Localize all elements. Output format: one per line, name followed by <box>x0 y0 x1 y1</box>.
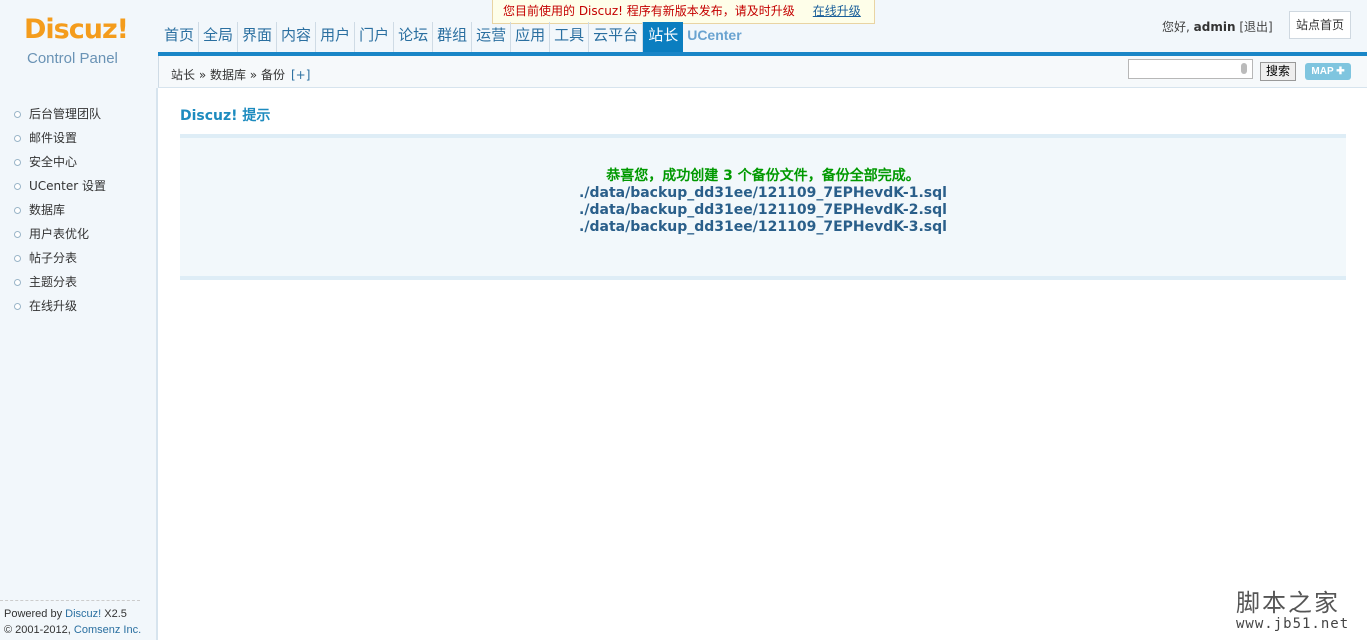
sidebar-footer: Powered by Discuz! X2.5 © 2001-2012, Com… <box>0 600 141 638</box>
sidebar-item-label: UCenter 设置 <box>29 179 106 193</box>
top-nav: 首页 全局 界面 内容 用户 门户 论坛 群组 运营 应用 工具 云平台 站长 … <box>160 22 746 52</box>
bullet-icon <box>14 302 21 310</box>
bullet-icon <box>14 206 21 214</box>
sidebar-item-label: 后台管理团队 <box>29 107 102 121</box>
breadcrumb-bar: 站长 » 数据库 » 备份 [+] 搜索 MAP ✚ <box>158 56 1367 88</box>
logo-brand: Discuz! <box>24 14 129 45</box>
upgrade-link[interactable]: 在线升级 <box>813 4 861 18</box>
message-box: 恭喜您，成功创建 3 个备份文件，备份全部完成。 ./data/backup_d… <box>180 134 1346 280</box>
nav-item-interface[interactable]: 界面 <box>238 22 278 52</box>
sidebar-item-label: 用户表优化 <box>29 227 90 241</box>
sidebar-item-post-split[interactable]: 帖子分表 <box>14 246 106 270</box>
sidebar-item-label: 帖子分表 <box>29 251 78 265</box>
success-message: 恭喜您，成功创建 3 个备份文件，备份全部完成。 <box>606 168 920 184</box>
sidebar-item-label: 邮件设置 <box>29 131 78 145</box>
map-button[interactable]: MAP ✚ <box>1305 63 1351 80</box>
logout-link[interactable]: [退出] <box>1239 20 1272 34</box>
bullet-icon <box>14 254 21 262</box>
site-home-button[interactable]: 站点首页 <box>1289 11 1351 39</box>
sidebar-item-label: 数据库 <box>29 203 66 217</box>
version: X2.5 <box>101 608 127 620</box>
sidebar-item-thread-split[interactable]: 主题分表 <box>14 270 106 294</box>
sidebar-item-label: 在线升级 <box>29 299 78 313</box>
sidebar-item-database[interactable]: 数据库 <box>14 198 106 222</box>
add-shortcut-button[interactable]: [+] <box>291 68 310 82</box>
bullet-icon <box>14 278 21 286</box>
nav-item-ucenter[interactable]: UCenter <box>683 22 745 52</box>
discuz-link[interactable]: Discuz! <box>65 608 101 620</box>
bullet-icon <box>14 134 21 142</box>
sidebar-item-label: 主题分表 <box>29 275 78 289</box>
copyright: © 2001-2012, Comsenz Inc. <box>4 622 141 638</box>
watermark-url: www.jb51.net <box>1236 616 1350 632</box>
sidebar-item-security[interactable]: 安全中心 <box>14 150 106 174</box>
microphone-icon <box>1241 63 1247 74</box>
nav-item-home[interactable]: 首页 <box>160 22 200 52</box>
copyright-prefix: © 2001-2012, <box>4 624 74 636</box>
backup-file-2: ./data/backup_dd31ee/121109_7EPHevdK-2.s… <box>579 202 947 218</box>
search-input[interactable] <box>1128 59 1253 79</box>
sidebar: 后台管理团队 邮件设置 安全中心 UCenter 设置 数据库 用户表优化 帖子… <box>0 88 158 640</box>
powered-by: Powered by Discuz! X2.5 <box>4 606 141 622</box>
breadcrumb: 站长 » 数据库 » 备份 [+] <box>171 66 310 83</box>
logo[interactable]: Discuz! Control Panel <box>0 0 158 88</box>
nav-item-portal[interactable]: 门户 <box>355 22 395 52</box>
bullet-icon <box>14 110 21 118</box>
sidebar-item-ucenter-settings[interactable]: UCenter 设置 <box>14 174 106 198</box>
powered-prefix: Powered by <box>4 608 66 620</box>
comsenz-link[interactable]: Comsenz Inc. <box>74 624 141 636</box>
sidebar-item-user-table[interactable]: 用户表优化 <box>14 222 106 246</box>
nav-item-forum[interactable]: 论坛 <box>394 22 434 52</box>
greeting: 您好, <box>1162 20 1190 34</box>
nav-item-content[interactable]: 内容 <box>277 22 317 52</box>
nav-item-apps[interactable]: 应用 <box>511 22 551 52</box>
nav-item-users[interactable]: 用户 <box>316 22 356 52</box>
backup-file-1: ./data/backup_dd31ee/121109_7EPHevdK-1.s… <box>579 185 947 201</box>
watermark-text: 脚本之家 <box>1236 589 1340 617</box>
sidebar-menu: 后台管理团队 邮件设置 安全中心 UCenter 设置 数据库 用户表优化 帖子… <box>14 102 106 318</box>
breadcrumb-path: 站长 » 数据库 » 备份 <box>171 68 285 82</box>
notice-text: 您目前使用的 Discuz! 程序有新版本发布，请及时升级 <box>503 4 795 18</box>
nav-item-tools[interactable]: 工具 <box>550 22 590 52</box>
search-button[interactable]: 搜索 <box>1260 62 1296 81</box>
page-title: Discuz! 提示 <box>180 108 271 124</box>
footer-divider <box>0 600 140 601</box>
bullet-icon <box>14 230 21 238</box>
sidebar-item-online-upgrade[interactable]: 在线升级 <box>14 294 106 318</box>
user-info: 您好, admin [退出] <box>1162 18 1273 35</box>
sidebar-item-mail-settings[interactable]: 邮件设置 <box>14 126 106 150</box>
sidebar-item-admin-team[interactable]: 后台管理团队 <box>14 102 106 126</box>
bullet-icon <box>14 182 21 190</box>
nav-item-cloud[interactable]: 云平台 <box>589 22 644 52</box>
username: admin <box>1193 20 1236 34</box>
sidebar-item-label: 安全中心 <box>29 155 78 169</box>
logo-subtitle: Control Panel <box>27 50 118 67</box>
bullet-icon <box>14 158 21 166</box>
main-content: Discuz! 提示 恭喜您，成功创建 3 个备份文件，备份全部完成。 ./da… <box>180 106 1346 280</box>
nav-item-webmaster[interactable]: 站长 <box>643 22 684 52</box>
update-notice: 您目前使用的 Discuz! 程序有新版本发布，请及时升级 在线升级 <box>492 0 875 24</box>
nav-item-groups[interactable]: 群组 <box>433 22 473 52</box>
nav-item-global[interactable]: 全局 <box>199 22 239 52</box>
nav-item-operations[interactable]: 运营 <box>472 22 512 52</box>
backup-file-3: ./data/backup_dd31ee/121109_7EPHevdK-3.s… <box>579 219 947 235</box>
